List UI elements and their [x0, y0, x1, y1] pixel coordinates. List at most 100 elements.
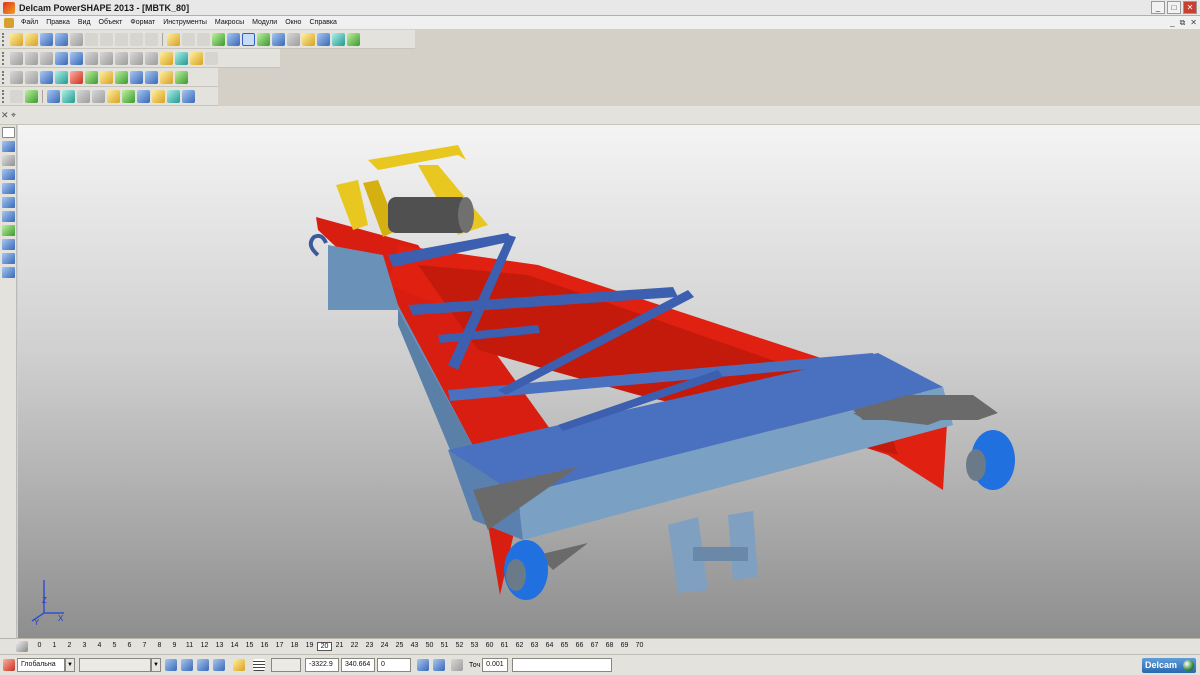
redo-icon[interactable]	[182, 32, 195, 46]
menu-view[interactable]: Вид	[74, 19, 95, 26]
toolbar-grip[interactable]	[2, 70, 6, 84]
document-icon[interactable]	[4, 17, 14, 28]
level-button[interactable]: 14	[227, 642, 242, 651]
menu-edit[interactable]: Правка	[42, 19, 74, 26]
yoke-cylinder-end[interactable]	[458, 197, 474, 233]
text-icon[interactable]	[287, 32, 300, 46]
menu-tools[interactable]: Инструменты	[159, 19, 211, 26]
menu-help[interactable]: Справка	[305, 19, 340, 26]
trim-icon[interactable]	[25, 89, 38, 103]
toolbar-grip[interactable]	[2, 51, 6, 65]
level-button[interactable]: 22	[347, 642, 362, 651]
x-coordinate[interactable]: -3322.9	[305, 658, 339, 672]
chamfer-icon[interactable]	[92, 89, 105, 103]
snap4-icon[interactable]	[213, 659, 225, 671]
axes-icon[interactable]	[227, 32, 240, 46]
solid-disabled-icon[interactable]	[10, 89, 23, 103]
z-coordinate[interactable]: 0	[377, 658, 411, 672]
model-icon[interactable]	[212, 32, 225, 46]
assembly-icon[interactable]	[175, 70, 188, 84]
model-view[interactable]: Z X Y	[18, 125, 1200, 638]
yoke-cylinder[interactable]	[388, 197, 468, 233]
mirror-icon[interactable]	[137, 89, 150, 103]
save-as-icon[interactable]	[55, 32, 68, 46]
thicken-icon[interactable]	[152, 89, 165, 103]
hide-icon[interactable]	[205, 51, 218, 65]
solid-icon[interactable]	[317, 32, 330, 46]
toolbar-grip[interactable]	[2, 89, 6, 103]
level-button[interactable]: 23	[362, 642, 377, 651]
grid-icon[interactable]	[253, 659, 265, 671]
circle-icon[interactable]	[257, 32, 270, 46]
pin-icon[interactable]: ⌖	[11, 109, 19, 122]
level-button[interactable]: 9	[167, 642, 182, 651]
view-top-icon[interactable]	[10, 51, 23, 65]
extrude-icon[interactable]	[47, 89, 60, 103]
grid-field[interactable]	[271, 658, 301, 672]
level-button[interactable]: 6	[122, 642, 137, 651]
level-button[interactable]: 15	[242, 642, 257, 651]
menu-file[interactable]: Файл	[17, 19, 42, 26]
workplane-tool-icon[interactable]	[233, 659, 245, 671]
view-iso2-icon[interactable]	[70, 51, 83, 65]
workplane-select[interactable]: Глобальна	[17, 658, 65, 672]
maximize-button[interactable]: □	[1167, 1, 1181, 14]
surface-model-icon[interactable]	[25, 70, 38, 84]
empty-select[interactable]	[79, 658, 151, 672]
view-front-icon[interactable]	[25, 51, 38, 65]
split-icon[interactable]	[167, 89, 180, 103]
snap3-icon[interactable]	[197, 659, 209, 671]
paste-icon[interactable]	[115, 32, 128, 46]
level-button[interactable]: 70	[632, 642, 647, 651]
shell-icon[interactable]	[130, 70, 143, 84]
new-icon[interactable]	[10, 32, 23, 46]
arc-icon[interactable]	[1, 253, 15, 264]
level-button[interactable]: 69	[617, 642, 632, 651]
fillet-icon[interactable]	[77, 89, 90, 103]
graphics-viewport[interactable]: Z X Y	[18, 125, 1200, 638]
coord-icon-1[interactable]	[417, 659, 429, 671]
level-button[interactable]: 64	[542, 642, 557, 651]
tolerance-field[interactable]: 0.001	[482, 658, 509, 672]
level-button[interactable]: 7	[137, 642, 152, 651]
shade-icon[interactable]	[160, 51, 173, 65]
view-iso-icon[interactable]	[55, 51, 68, 65]
workplane-status-icon[interactable]	[3, 659, 15, 671]
doc-restore-button[interactable]: ⧉	[1180, 18, 1186, 28]
shell-solid-icon[interactable]	[182, 89, 195, 103]
level-icon[interactable]	[16, 641, 28, 652]
level-button[interactable]: 61	[497, 642, 512, 651]
corner-icon[interactable]	[1, 267, 15, 278]
hook[interactable]	[308, 233, 328, 257]
level-button[interactable]: 19	[302, 642, 317, 651]
menu-format[interactable]: Формат	[126, 19, 159, 26]
level-button[interactable]: 68	[602, 642, 617, 651]
snap-icon[interactable]	[165, 659, 177, 671]
save-icon[interactable]	[40, 32, 53, 46]
open-icon[interactable]	[25, 32, 38, 46]
line-icon[interactable]	[1, 155, 15, 166]
revolve-icon[interactable]	[62, 89, 75, 103]
level-button[interactable]: 11	[182, 642, 197, 651]
feature-icon[interactable]	[160, 70, 173, 84]
close-button[interactable]: ✕	[1183, 1, 1197, 14]
measure-icon[interactable]	[302, 32, 315, 46]
cylinder-icon[interactable]	[55, 70, 68, 84]
delete-icon[interactable]	[130, 32, 143, 46]
block-icon[interactable]	[40, 70, 53, 84]
wire-icon[interactable]	[10, 70, 23, 84]
bottom-bracket-pin[interactable]	[693, 547, 748, 561]
wheel-right-inner[interactable]	[966, 449, 986, 481]
curve-icon[interactable]	[272, 32, 285, 46]
cut-icon[interactable]	[85, 32, 98, 46]
line-tool-icon[interactable]	[1, 169, 15, 180]
copy-icon[interactable]	[100, 32, 113, 46]
level-button[interactable]: 53	[467, 642, 482, 651]
zoom-in-icon[interactable]	[115, 51, 128, 65]
level-button[interactable]: 52	[452, 642, 467, 651]
y-coordinate[interactable]: 340.664	[341, 658, 375, 672]
level-button[interactable]: 51	[437, 642, 452, 651]
zoom-icon[interactable]	[100, 51, 113, 65]
level-button[interactable]: 17	[272, 642, 287, 651]
boolean-icon[interactable]	[145, 70, 158, 84]
